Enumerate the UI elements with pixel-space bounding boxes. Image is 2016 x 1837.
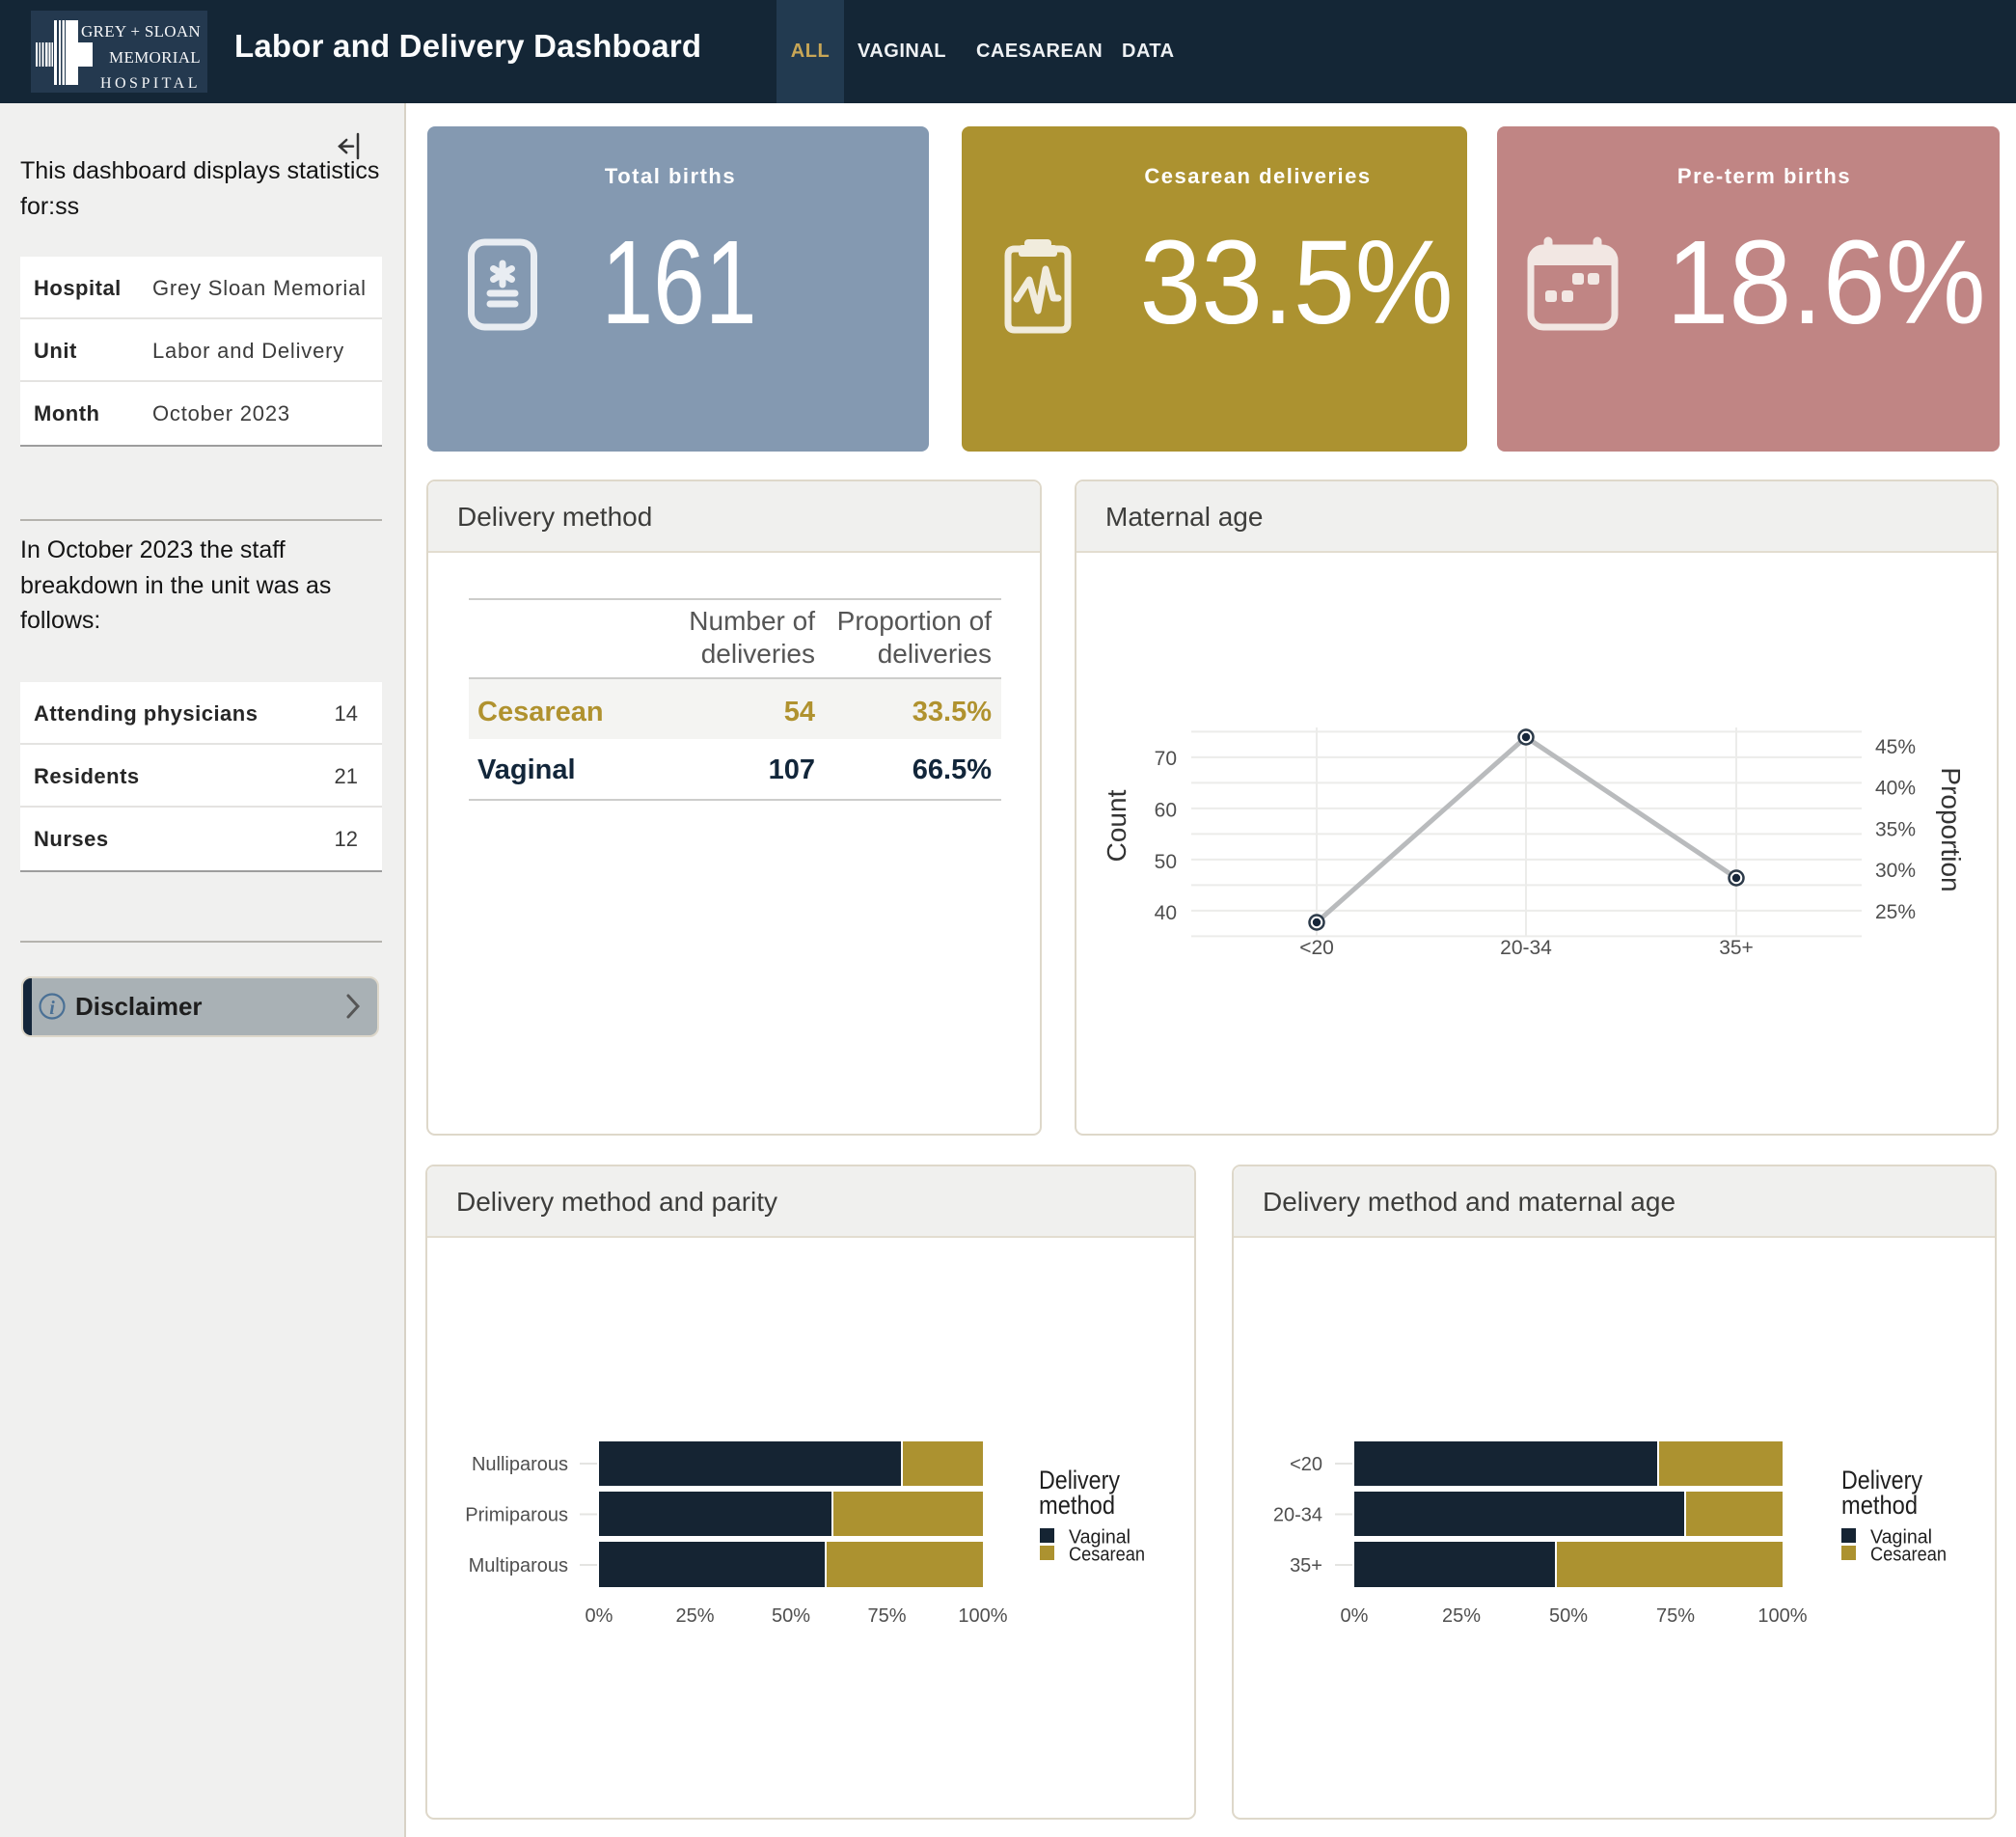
svg-text:75%: 75%	[867, 1605, 906, 1627]
svg-text:70: 70	[1155, 748, 1177, 770]
svg-text:30%: 30%	[1875, 860, 1916, 882]
svg-text:35%: 35%	[1875, 818, 1916, 840]
svg-text:Proportion: Proportion	[1936, 767, 1966, 891]
svg-text:method: method	[1039, 1491, 1115, 1520]
svg-text:0%: 0%	[1341, 1605, 1369, 1627]
svg-text:100%: 100%	[1757, 1605, 1807, 1627]
svg-text:20-34: 20-34	[1273, 1505, 1322, 1526]
svg-text:50%: 50%	[772, 1605, 810, 1627]
svg-text:25%: 25%	[1875, 901, 1916, 923]
svg-text:35+: 35+	[1719, 937, 1754, 959]
svg-text:<20: <20	[1299, 937, 1334, 959]
svg-text:45%: 45%	[1875, 736, 1916, 758]
svg-text:Cesarean: Cesarean	[1870, 1545, 1947, 1566]
svg-text:Cesarean: Cesarean	[1069, 1545, 1145, 1566]
svg-text:50%: 50%	[1549, 1605, 1588, 1627]
svg-text:Primiparous: Primiparous	[465, 1505, 568, 1526]
svg-text:MEMORIAL: MEMORIAL	[109, 48, 201, 67]
svg-text:method: method	[1841, 1491, 1918, 1520]
svg-text:25%: 25%	[1442, 1605, 1481, 1627]
svg-text:Count: Count	[1102, 789, 1131, 862]
svg-text:35+: 35+	[1290, 1555, 1322, 1577]
svg-text:40%: 40%	[1875, 778, 1916, 800]
svg-text:Nulliparous: Nulliparous	[472, 1454, 568, 1475]
svg-text:20-34: 20-34	[1500, 937, 1552, 959]
svg-text:GREY + SLOAN: GREY + SLOAN	[81, 22, 201, 41]
svg-text:Multiparous: Multiparous	[469, 1555, 568, 1577]
svg-text:60: 60	[1155, 800, 1177, 822]
svg-text:40: 40	[1155, 902, 1177, 924]
svg-text:75%: 75%	[1656, 1605, 1695, 1627]
svg-text:<20: <20	[1290, 1454, 1322, 1475]
svg-text:100%: 100%	[958, 1605, 1007, 1627]
svg-text:i: i	[49, 998, 55, 1019]
svg-text:HOSPITAL: HOSPITAL	[100, 75, 201, 92]
svg-text:0%: 0%	[586, 1605, 613, 1627]
svg-text:25%: 25%	[675, 1605, 714, 1627]
svg-text:50: 50	[1155, 851, 1177, 873]
